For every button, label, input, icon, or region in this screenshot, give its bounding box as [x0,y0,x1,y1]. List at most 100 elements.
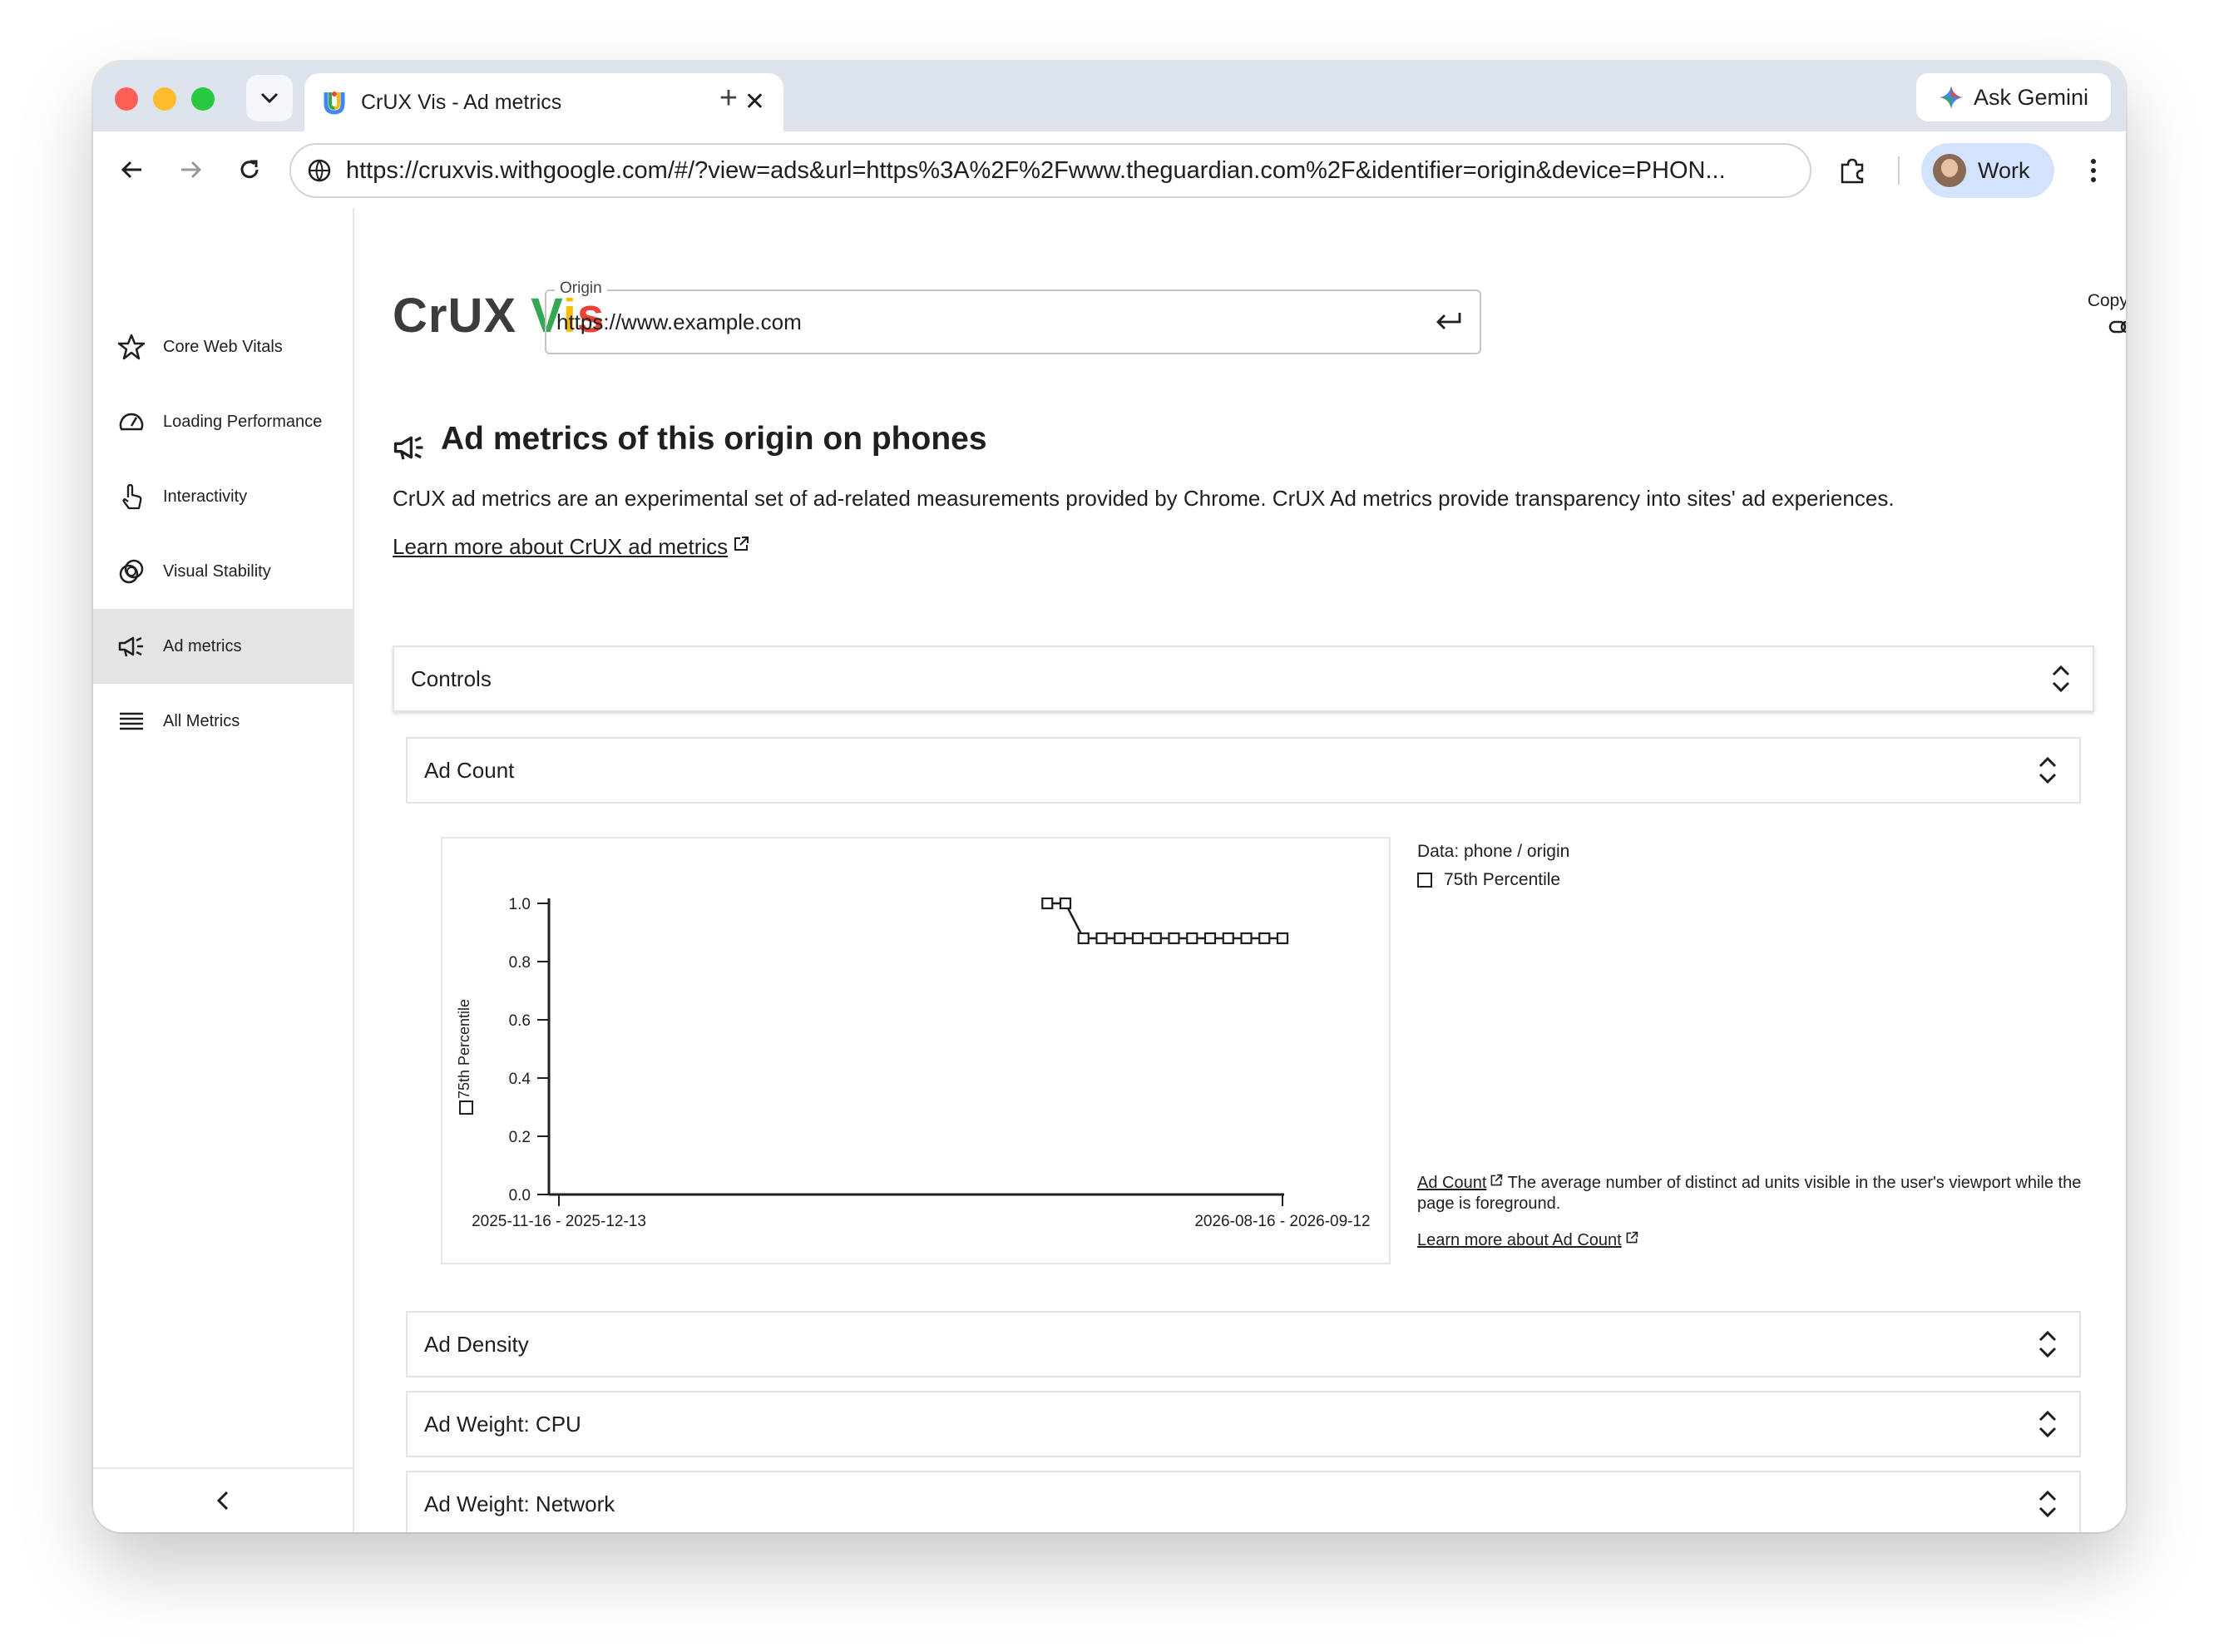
data-point [1114,932,1126,945]
expand-icon [2039,1410,2057,1438]
data-point [1186,932,1198,945]
learn-more-ad-count-link[interactable]: Learn more about Ad Count [1417,1231,1638,1250]
page-content: Core Web Vitals Loading Performance Inte… [93,208,2126,1532]
data-point [1131,932,1144,945]
sidebar: Core Web Vitals Loading Performance Inte… [93,208,354,1532]
enter-icon[interactable] [1433,306,1465,338]
back-button[interactable] [110,148,153,191]
collapse-sidebar-button[interactable] [93,1467,353,1532]
maximize-window-button[interactable] [191,87,215,111]
profile-chip[interactable]: Work [1921,143,2054,198]
sidebar-item-interactivity[interactable]: Interactivity [93,459,353,534]
data-point [1041,897,1054,910]
forward-button[interactable] [170,148,213,191]
browser-toolbar: https://cruxvis.withgoogle.com/#/?view=a… [93,131,2126,210]
new-tab-button[interactable]: + [709,78,749,118]
copy-link-button[interactable]: Copy link [2078,291,2126,339]
page-title: Ad metrics of this origin on phones [441,421,987,457]
address-bar[interactable]: https://cruxvis.withgoogle.com/#/?view=a… [289,143,1811,198]
ad-count-chart: 0.0 0.2 0.4 0.6 0.8 1.0 75th Percentile 2025-1… [441,837,1391,1264]
y-tick-label: 0.0 [509,1187,531,1204]
main-area: CrUX Vis Origin https://www.example.com … [353,208,2126,1532]
arrow-left-icon [121,161,141,179]
toolbar-divider [1898,156,1900,185]
metric-description-text: The average number of distinct ad units … [1417,1174,2082,1213]
data-point [1168,932,1180,945]
minimize-window-button[interactable] [153,87,176,111]
sidebar-item-loading-performance[interactable]: Loading Performance [93,384,353,459]
ad-weight-cpu-panel[interactable]: Ad Weight: CPU [406,1391,2081,1457]
external-link-icon [1626,1231,1638,1244]
chart-legend: Data: phone / origin 75th Percentile [1417,842,2083,890]
ad-count-link[interactable]: Ad Count [1417,1174,1486,1192]
sidebar-item-all-metrics[interactable]: All Metrics [93,684,353,759]
sidebar-item-label: Visual Stability [163,561,271,581]
chart-svg: 0.0 0.2 0.4 0.6 0.8 1.0 75th Percentile 2025-1… [456,896,1371,1230]
tab-search-button[interactable] [246,75,293,121]
browser-menu-button[interactable] [2073,150,2114,191]
more-vert-icon [2091,159,2096,182]
panel-title: Ad Count [424,757,515,783]
reload-icon [240,160,259,179]
sidebar-item-core-web-vitals[interactable]: Core Web Vitals [93,309,353,384]
data-point [1258,932,1271,945]
x-tick-label: 2026-08-16 - 2026-09-12 [1194,1213,1370,1230]
legend-item[interactable]: 75th Percentile [1417,870,2083,890]
chevron-left-icon [216,1491,229,1511]
panel-title: Controls [411,665,492,691]
profile-label: Work [1978,157,2030,183]
y-tick-label: 0.6 [509,1012,531,1030]
copy-link-label: Copy link [2087,291,2126,310]
external-link-icon [734,537,749,551]
url-text[interactable]: https://cruxvis.withgoogle.com/#/?view=a… [346,157,1810,185]
reload-button[interactable] [228,148,271,191]
crux-vis-favicon-icon [324,92,345,115]
sidebar-item-ad-metrics[interactable]: Ad metrics [93,609,353,684]
y-tick-label: 0.8 [509,954,531,972]
controls-panel[interactable]: Controls [393,645,2094,712]
data-point [1077,932,1090,945]
close-window-button[interactable] [115,87,138,111]
data-point [1276,932,1289,945]
y-axis-label: 75th Percentile [456,999,472,1099]
learn-more-crux-ad-metrics-link[interactable]: Learn more about CrUX ad metrics [393,534,749,560]
panel-title: Ad Weight: CPU [424,1411,581,1437]
expand-icon [2039,756,2057,784]
ad-density-panel[interactable]: Ad Density [406,1311,2081,1377]
panel-title: Ad Density [424,1331,529,1357]
y-tick-label: 0.4 [509,1071,531,1088]
sidebar-item-label: Core Web Vitals [163,337,283,356]
panel-title: Ad Weight: Network [424,1491,615,1516]
puzzle-icon [1841,158,1864,184]
expand-icon [2039,1490,2057,1518]
origin-field[interactable]: Origin https://www.example.com [545,279,1481,354]
speedometer-icon [115,405,148,438]
data-point [1203,932,1217,945]
origin-input[interactable]: https://www.example.com [556,309,802,335]
legend-swatch [1417,873,1432,888]
sidebar-item-visual-stability[interactable]: Visual Stability [93,534,353,609]
y-tick-label: 1.0 [509,896,531,913]
expand-icon [2052,665,2070,693]
data-point [1240,932,1253,945]
external-link-icon [1490,1174,1503,1186]
y-tick-label: 0.2 [509,1129,531,1146]
metric-description: Ad Count The average number of distinct … [1417,1173,2083,1214]
site-info-icon[interactable] [304,156,334,185]
list-icon [115,705,148,738]
ask-gemini-label: Ask Gemini [1973,84,2089,110]
megaphone-icon [115,630,148,663]
gemini-sparkle-icon [1939,86,1963,109]
ad-weight-network-panel[interactable]: Ad Weight: Network [406,1471,2081,1532]
legend-label: 75th Percentile [1444,870,1561,889]
extensions-button[interactable] [1831,150,1873,191]
sidebar-item-label: All Metrics [163,711,240,730]
y-axis-label-swatch [459,1101,473,1115]
ask-gemini-button[interactable]: Ask Gemini [1916,73,2111,121]
data-point [1095,932,1108,945]
ad-count-panel[interactable]: Ad Count [406,737,2081,804]
arrow-right-icon [181,161,202,179]
touch-icon [115,480,148,513]
sidebar-item-label: Interactivity [163,487,248,506]
tab-strip: CrUX Vis - Ad metrics ✕ + Ask Gemini [93,62,2126,131]
